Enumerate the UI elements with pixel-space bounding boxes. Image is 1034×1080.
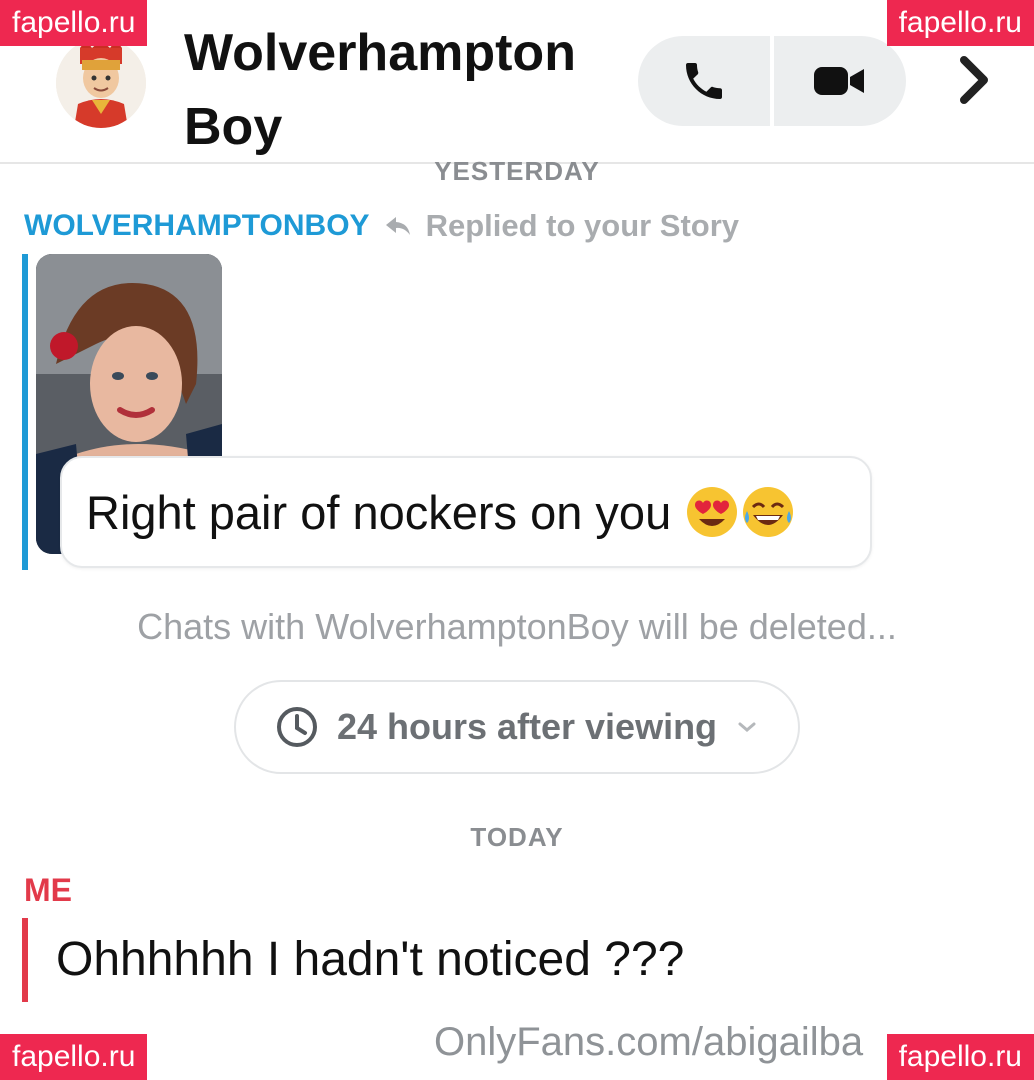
contact-name[interactable]: Wolverhampton Boy xyxy=(184,16,624,164)
reply-indicator-bar xyxy=(22,254,28,570)
me-sender-label: ME xyxy=(24,872,72,908)
watermark-top-left: fapello.ru xyxy=(0,0,148,46)
sent-message-text[interactable]: Ohhhhhh I hadn't noticed ??? xyxy=(56,932,684,987)
footer-watermark-url: OnlyFans.com/abigailba xyxy=(434,1020,864,1064)
bitmoji-avatar-image xyxy=(56,38,146,128)
voice-call-button[interactable] xyxy=(638,36,770,126)
watermark-bottom-left: fapello.ru xyxy=(0,1034,148,1080)
sent-indicator-bar xyxy=(22,918,28,1002)
chat-timer-selector[interactable]: 24 hours after viewing xyxy=(234,680,800,774)
watermark-bottom-right: fapello.ru xyxy=(886,1034,1034,1080)
chevron-down-icon xyxy=(738,722,756,732)
more-options-button[interactable] xyxy=(948,52,1000,108)
chevron-right-icon xyxy=(960,56,988,104)
tears-of-joy-emoji xyxy=(743,487,794,537)
watermark-top-right: fapello.ru xyxy=(886,0,1034,46)
call-buttons xyxy=(638,36,906,126)
clock-icon xyxy=(276,707,317,747)
day-separator-today: TODAY xyxy=(470,822,564,852)
heart-eyes-emoji xyxy=(687,487,738,537)
contact-avatar[interactable] xyxy=(56,38,146,128)
video-camera-icon xyxy=(814,67,864,95)
day-separator-yesterday: YESTERDAY xyxy=(434,156,600,186)
message-bubble-received[interactable]: Right pair of nockers on you xyxy=(60,456,872,568)
video-call-button[interactable] xyxy=(774,36,906,126)
message-text: Right pair of nockers on you xyxy=(86,485,672,539)
timer-label: 24 hours after viewing xyxy=(336,706,718,747)
reply-arrow-icon xyxy=(385,217,410,235)
sender-row: WOLVERHAMPTONBOY Replied to your Story xyxy=(24,204,739,248)
phone-icon xyxy=(686,63,722,99)
delete-notice: Chats with WolverhamptonBoy will be dele… xyxy=(137,606,897,647)
sender-name[interactable]: WOLVERHAMPTONBOY xyxy=(24,209,370,243)
reply-note: Replied to your Story xyxy=(425,208,740,243)
chat-header: Wolverhampton Boy xyxy=(0,0,1034,164)
